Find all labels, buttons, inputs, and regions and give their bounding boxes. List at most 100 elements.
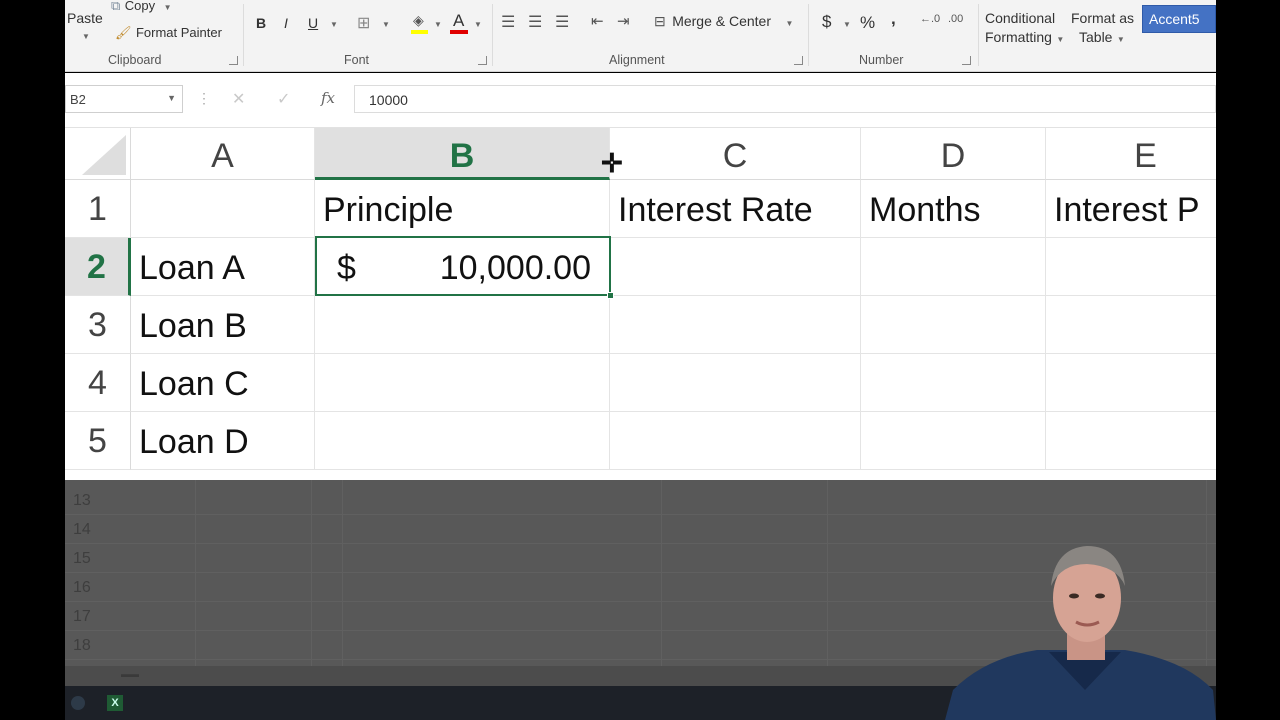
align-right-icon[interactable]: ☰ [555, 12, 569, 32]
cell-b5[interactable] [315, 412, 610, 470]
comma-button[interactable]: , [891, 9, 896, 29]
decrease-decimal-icon[interactable]: .00 [948, 13, 963, 25]
conditional-formatting-line2: Formatting [985, 29, 1052, 45]
alignment-launcher-icon[interactable] [794, 56, 803, 65]
row-header-2[interactable]: 2 [65, 238, 131, 296]
merge-center-dropdown-icon: ▼ [785, 19, 794, 28]
font-launcher-icon[interactable] [478, 56, 487, 65]
cell-e1[interactable]: Interest P [1046, 180, 1216, 238]
row-header-3[interactable]: 3 [65, 296, 131, 354]
font-color-dropdown-icon[interactable]: ▼ [474, 20, 482, 29]
increase-indent-icon[interactable]: ⇥ [617, 12, 630, 30]
format-painter-button[interactable]: 🖌 Format Painter [115, 24, 222, 42]
borders-dropdown-icon[interactable]: ▼ [382, 20, 390, 29]
group-divider [808, 4, 809, 66]
italic-button[interactable]: I [284, 15, 288, 31]
column-header-a[interactable]: A [131, 128, 315, 180]
increase-decimal-icon[interactable]: ←.0 [920, 13, 940, 25]
cell-a2[interactable]: Loan A [131, 238, 315, 296]
cancel-icon[interactable]: ✕ [232, 89, 245, 109]
insert-function-icon[interactable]: fx [321, 89, 335, 107]
paste-button[interactable]: Paste [67, 10, 103, 26]
cell-e5[interactable] [1046, 412, 1216, 470]
cell-e4[interactable] [1046, 354, 1216, 412]
underline-dropdown-icon[interactable]: ▼ [330, 20, 338, 29]
cell-c3[interactable] [610, 296, 861, 354]
font-group-label: Font [344, 53, 370, 67]
cell-a4[interactable]: Loan C [131, 354, 315, 412]
dim-column-line [661, 480, 662, 670]
enter-icon[interactable]: ✓ [277, 89, 290, 109]
font-color-bar [450, 30, 468, 34]
format-as-table-button[interactable]: Format as Table ▼ [1071, 10, 1141, 47]
paste-dropdown-icon[interactable]: ▼ [82, 32, 90, 41]
excel-app-icon[interactable]: X [107, 695, 123, 711]
fill-handle[interactable] [607, 292, 614, 299]
cell-b4[interactable] [315, 354, 610, 412]
cell-d3[interactable] [861, 296, 1046, 354]
row-header-4[interactable]: 4 [65, 354, 131, 412]
cell-c1[interactable]: Interest Rate [610, 180, 861, 238]
formula-input[interactable]: 10000 [354, 85, 1216, 113]
cell-text: Months [869, 191, 981, 229]
formula-bar-grip-icon[interactable]: ⋮ [197, 90, 211, 107]
cell-e2[interactable] [1046, 238, 1216, 296]
percent-button[interactable]: % [860, 13, 875, 33]
cell-a3[interactable]: Loan B [131, 296, 315, 354]
number-launcher-icon[interactable] [962, 56, 971, 65]
column-header-b[interactable]: B [315, 128, 610, 180]
copy-button[interactable]: ⧉ Copy ▼ [111, 0, 171, 15]
cell-d2[interactable] [861, 238, 1046, 296]
name-box-dropdown-icon[interactable]: ▼ [167, 93, 176, 103]
cell-style-accent5[interactable]: Accent5 [1142, 5, 1216, 33]
cell-a1[interactable] [131, 180, 315, 238]
cell-e3[interactable] [1046, 296, 1216, 354]
cell-d1[interactable]: Months [861, 180, 1046, 238]
cell-c4[interactable] [610, 354, 861, 412]
select-all-button[interactable] [65, 128, 131, 180]
align-center-icon[interactable]: ☰ [528, 12, 542, 32]
format-painter-icon: 🖌 [115, 25, 132, 40]
column-header-d[interactable]: D [861, 128, 1046, 180]
row-header-5[interactable]: 5 [65, 412, 131, 470]
sheet-tab[interactable]: ▬▬ [121, 669, 139, 679]
fill-color-button[interactable]: ◈ [411, 12, 429, 34]
underline-button[interactable]: U [308, 15, 318, 31]
column-header-e[interactable]: E [1046, 128, 1216, 180]
cell-d5[interactable] [861, 412, 1046, 470]
decrease-indent-icon[interactable]: ⇤ [591, 12, 604, 30]
group-divider [243, 4, 244, 66]
align-left-icon[interactable]: ☰ [501, 12, 515, 32]
row-header-1[interactable]: 1 [65, 180, 131, 238]
active-cell-currency: $ [337, 249, 356, 287]
cell-text: Principle [323, 191, 454, 229]
merge-center-label: Merge & Center [672, 13, 772, 29]
currency-dropdown-icon[interactable]: ▼ [843, 20, 851, 29]
merge-cells-icon: ⊟ [654, 13, 666, 29]
cell-c2[interactable] [610, 238, 861, 296]
format-as-table-dropdown-icon: ▼ [1116, 35, 1125, 44]
cell-style-label: Accent5 [1149, 11, 1200, 27]
fill-color-dropdown-icon[interactable]: ▼ [434, 20, 442, 29]
clipboard-launcher-icon[interactable] [229, 56, 238, 65]
name-box[interactable]: B2 ▼ [65, 85, 183, 113]
cell-a5[interactable]: Loan D [131, 412, 315, 470]
conditional-formatting-button[interactable]: Conditional Formatting ▼ [985, 10, 1065, 47]
formula-bar: B2 ▼ ⋮ ✕ ✓ fx 10000 [65, 73, 1216, 128]
column-header-c[interactable]: C [610, 128, 861, 180]
cell-d4[interactable] [861, 354, 1046, 412]
active-cell-b2[interactable]: $ 10,000.00 [315, 236, 614, 299]
format-as-table-line1: Format as [1071, 10, 1135, 26]
merge-center-button[interactable]: ⊟ Merge & Center ▼ [654, 13, 793, 31]
conditional-formatting-line1: Conditional [985, 10, 1056, 26]
cell-b3[interactable] [315, 296, 610, 354]
start-icon[interactable] [71, 696, 85, 710]
cell-c5[interactable] [610, 412, 861, 470]
bold-button[interactable]: B [256, 15, 266, 31]
font-color-button[interactable]: A [450, 10, 468, 34]
cell-b1[interactable]: Principle [315, 180, 610, 238]
cell-text: Loan B [139, 307, 247, 345]
borders-icon[interactable]: ⊞ [357, 13, 370, 33]
group-divider [978, 4, 979, 66]
currency-button[interactable]: $ [822, 12, 831, 32]
